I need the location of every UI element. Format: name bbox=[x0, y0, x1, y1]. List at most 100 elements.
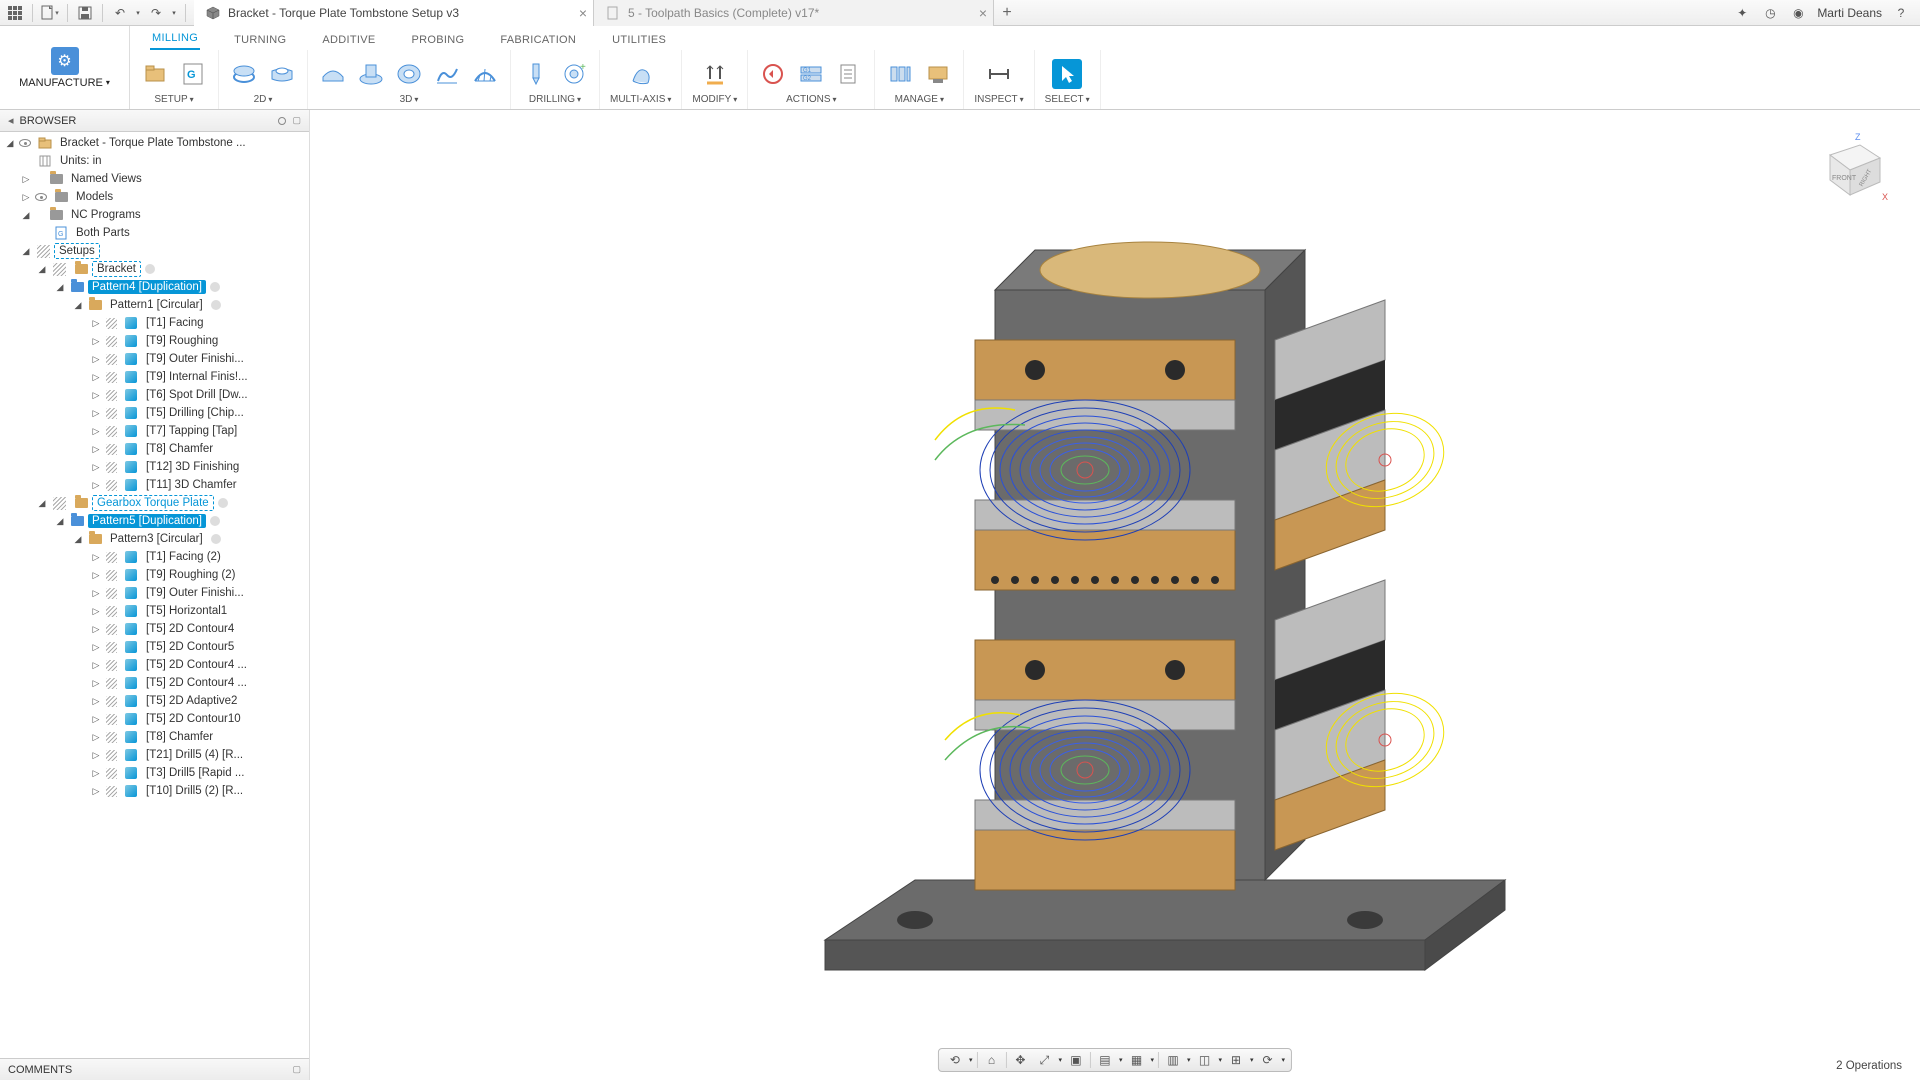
tree-operation[interactable]: ▷[T3] Drill5 [Rapid ... bbox=[0, 764, 309, 782]
doc-tab-active[interactable]: Bracket - Torque Plate Tombstone Setup v… bbox=[194, 0, 594, 26]
refresh-icon[interactable]: ⟳ bbox=[1258, 1051, 1278, 1069]
extensions-icon[interactable]: ✦ bbox=[1733, 4, 1751, 22]
multiaxis-icon[interactable] bbox=[626, 59, 656, 89]
tree-operation[interactable]: ▷[T5] 2D Contour4 ... bbox=[0, 656, 309, 674]
tree-operation[interactable]: ▷[T5] 2D Contour10 bbox=[0, 710, 309, 728]
tree-operation[interactable]: ▷[T12] 3D Finishing bbox=[0, 458, 309, 476]
tree-operation[interactable]: ▷[T5] 2D Contour4 ... bbox=[0, 674, 309, 692]
apps-icon[interactable] bbox=[4, 2, 26, 24]
collapse-icon[interactable]: ◂ bbox=[8, 114, 14, 127]
3d-viewport[interactable]: Z FRONT RIGHT X ⟲▾ ⌂ ✥ ⤢▾ ▣ ▤▾ ▦▾ ▥▾ ◫▾ bbox=[310, 110, 1920, 1080]
display-icon[interactable]: ▤ bbox=[1095, 1051, 1115, 1069]
notifications-icon[interactable]: ◷ bbox=[1761, 4, 1779, 22]
tree-operation[interactable]: ▷[T1] Facing bbox=[0, 314, 309, 332]
tree-operation[interactable]: ▷[T1] Facing (2) bbox=[0, 548, 309, 566]
panel-close-icon[interactable]: ▢ bbox=[292, 115, 301, 126]
tree-operation[interactable]: ▷[T21] Drill5 (4) [R... bbox=[0, 746, 309, 764]
redo-dropdown-icon[interactable]: ▾ bbox=[169, 2, 179, 24]
simulate-icon[interactable]: G1G2 bbox=[796, 59, 826, 89]
tree-operation[interactable]: ▷[T5] 2D Contour5 bbox=[0, 638, 309, 656]
tree-operation[interactable]: ▷[T5] Drilling [Chip... bbox=[0, 404, 309, 422]
zoom-icon[interactable]: ⤢ bbox=[1034, 1051, 1054, 1069]
measure-icon[interactable] bbox=[984, 59, 1014, 89]
doc-tab-inactive[interactable]: 5 - Toolpath Basics (Complete) v17* × bbox=[594, 0, 994, 26]
tab-additive[interactable]: ADDITIVE bbox=[320, 30, 377, 50]
setup-folder-icon[interactable] bbox=[140, 59, 170, 89]
tree-bracket-setup[interactable]: ◢Bracket bbox=[0, 260, 309, 278]
hole-recognition-icon[interactable]: + bbox=[559, 59, 589, 89]
3d-op4-icon[interactable] bbox=[432, 59, 462, 89]
tree-operation[interactable]: ▷[T9] Outer Finishi... bbox=[0, 350, 309, 368]
undo-icon[interactable]: ↶ bbox=[109, 2, 131, 24]
tree-operation[interactable]: ▷[T8] Chamfer bbox=[0, 728, 309, 746]
viewports-icon[interactable]: ⊞ bbox=[1226, 1051, 1246, 1069]
panel-settings-icon[interactable] bbox=[278, 117, 286, 125]
user-name[interactable]: Marti Deans bbox=[1817, 6, 1882, 20]
drill-icon[interactable] bbox=[521, 59, 551, 89]
close-icon[interactable]: × bbox=[979, 5, 987, 21]
nc-program-icon[interactable]: G bbox=[178, 59, 208, 89]
tree-operation[interactable]: ▷[T7] Tapping [Tap] bbox=[0, 422, 309, 440]
tree-operation[interactable]: ▷[T9] Outer Finishi... bbox=[0, 584, 309, 602]
tree-operation[interactable]: ▷[T9] Internal Finis!... bbox=[0, 368, 309, 386]
workspace-switcher[interactable]: ⚙ MANUFACTURE▾ bbox=[0, 26, 130, 109]
tree-operation[interactable]: ▷[T9] Roughing (2) bbox=[0, 566, 309, 584]
snap-icon[interactable]: ◫ bbox=[1195, 1051, 1215, 1069]
postprocess-icon[interactable] bbox=[834, 59, 864, 89]
tree-operation[interactable]: ▷[T5] Horizontal1 bbox=[0, 602, 309, 620]
comments-header[interactable]: COMMENTS ▢ bbox=[0, 1058, 309, 1080]
tree-operation[interactable]: ▷[T5] 2D Contour4 bbox=[0, 620, 309, 638]
job-status-icon[interactable]: ◉ bbox=[1789, 4, 1807, 22]
tab-probing[interactable]: PROBING bbox=[409, 30, 466, 50]
tree-nc-programs[interactable]: ◢NC Programs bbox=[0, 206, 309, 224]
tree-pattern5[interactable]: ◢Pattern5 [Duplication] bbox=[0, 512, 309, 530]
tree-units[interactable]: Units: in bbox=[0, 152, 309, 170]
select-icon[interactable] bbox=[1052, 59, 1082, 89]
orbit-icon[interactable]: ⟲ bbox=[945, 1051, 965, 1069]
file-menu-icon[interactable]: ▾ bbox=[39, 2, 61, 24]
tree-models[interactable]: ▷Models bbox=[0, 188, 309, 206]
tool-library-icon[interactable] bbox=[885, 59, 915, 89]
browser-tree[interactable]: ◢Bracket - Torque Plate Tombstone ... Un… bbox=[0, 132, 309, 1058]
pan-icon[interactable]: ✥ bbox=[1010, 1051, 1030, 1069]
tree-setups[interactable]: ◢Setups bbox=[0, 242, 309, 260]
browser-header[interactable]: ◂ BROWSER ▢ bbox=[0, 110, 309, 132]
tree-operation[interactable]: ▷[T6] Spot Drill [Dw... bbox=[0, 386, 309, 404]
tab-milling[interactable]: MILLING bbox=[150, 28, 200, 50]
redo-icon[interactable]: ↷ bbox=[145, 2, 167, 24]
lookat-icon[interactable]: ⌂ bbox=[981, 1051, 1001, 1069]
tree-pattern1[interactable]: ◢Pattern1 [Circular] bbox=[0, 296, 309, 314]
tree-root[interactable]: ◢Bracket - Torque Plate Tombstone ... bbox=[0, 134, 309, 152]
machine-library-icon[interactable] bbox=[923, 59, 953, 89]
new-tab-button[interactable]: + bbox=[994, 0, 1020, 26]
grid-icon[interactable]: ▥ bbox=[1163, 1051, 1183, 1069]
panel-close-icon[interactable]: ▢ bbox=[292, 1064, 301, 1075]
close-icon[interactable]: × bbox=[579, 5, 587, 21]
tree-named-views[interactable]: ▷Named Views bbox=[0, 170, 309, 188]
2d-op2-icon[interactable] bbox=[267, 59, 297, 89]
tree-operation[interactable]: ▷[T8] Chamfer bbox=[0, 440, 309, 458]
tree-gearbox-setup[interactable]: ◢Gearbox Torque Plate bbox=[0, 494, 309, 512]
tree-operation[interactable]: ▷[T10] Drill5 (2) [R... bbox=[0, 782, 309, 800]
3d-op5-icon[interactable] bbox=[470, 59, 500, 89]
tree-pattern4[interactable]: ◢Pattern4 [Duplication] bbox=[0, 278, 309, 296]
tab-turning[interactable]: TURNING bbox=[232, 30, 288, 50]
tree-both-parts[interactable]: GBoth Parts bbox=[0, 224, 309, 242]
tree-pattern3[interactable]: ◢Pattern3 [Circular] bbox=[0, 530, 309, 548]
undo-dropdown-icon[interactable]: ▾ bbox=[133, 2, 143, 24]
view-cube[interactable]: Z FRONT RIGHT X bbox=[1810, 130, 1890, 210]
save-icon[interactable] bbox=[74, 2, 96, 24]
modify-icon[interactable] bbox=[700, 59, 730, 89]
visual-style-icon[interactable]: ▦ bbox=[1126, 1051, 1146, 1069]
generate-icon[interactable] bbox=[758, 59, 788, 89]
help-icon[interactable]: ? bbox=[1892, 4, 1910, 22]
2d-op1-icon[interactable] bbox=[229, 59, 259, 89]
tree-operation[interactable]: ▷[T9] Roughing bbox=[0, 332, 309, 350]
tree-operation[interactable]: ▷[T5] 2D Adaptive2 bbox=[0, 692, 309, 710]
tree-operation[interactable]: ▷[T11] 3D Chamfer bbox=[0, 476, 309, 494]
3d-op3-icon[interactable] bbox=[394, 59, 424, 89]
3d-op1-icon[interactable] bbox=[318, 59, 348, 89]
tab-fabrication[interactable]: FABRICATION bbox=[498, 30, 578, 50]
3d-op2-icon[interactable] bbox=[356, 59, 386, 89]
fit-icon[interactable]: ▣ bbox=[1066, 1051, 1086, 1069]
